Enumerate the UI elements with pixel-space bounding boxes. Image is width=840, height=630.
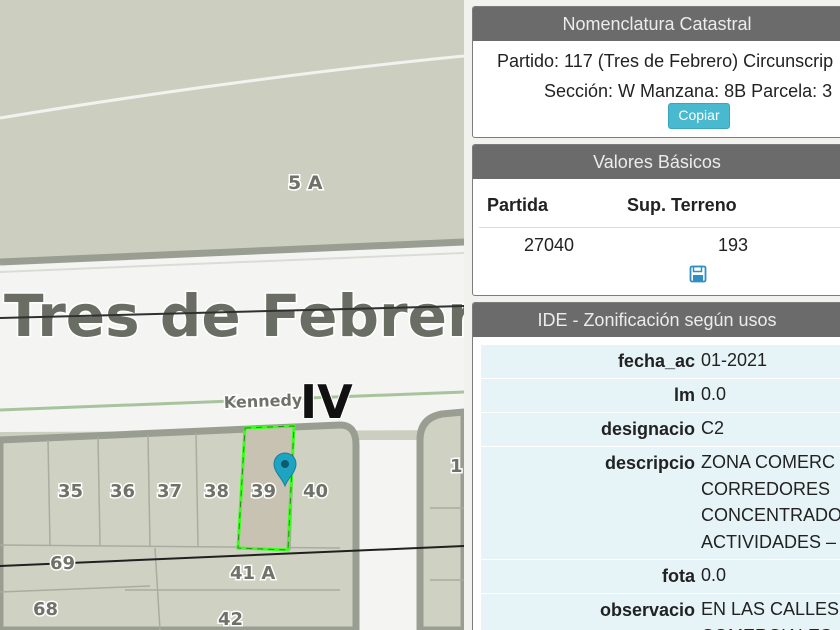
zonificacion-row-descripcio: descripcio ZONA COMERC CORREDORES CONCENTRA… [481,446,840,559]
zonificacion-value-line: CONCENTRADO [701,505,840,525]
info-panel: Nomenclatura Catastral Partido: 117 (Tre… [464,0,840,630]
zonificacion-value-line: 01-2021 [701,350,768,370]
parcel-label-36: 36 [110,481,135,502]
zonificacion-row-designacio: designacio C2 [481,412,840,446]
zonificacion-value: ZONA COMERC CORREDORES CONCENTRADO ACTIVIDA… [701,449,840,555]
parcel-label-38: 38 [204,481,229,502]
zonificacion-key: lm [673,385,695,405]
zonificacion-value-line: COMERCIALES [701,623,840,630]
col-header-sup-terreno: Sup. Terreno [627,195,737,215]
zonificacion-value: EN LAS CALLES COMERCIALES [701,596,840,630]
zonificacion-value-line: C2 [701,418,725,438]
table-divider [479,227,840,228]
zonificacion-value-line: ZONA COMERC [701,452,836,472]
parcel-label-37: 37 [157,481,182,502]
block-right [416,408,464,630]
zonificacion-key: fota [662,566,695,586]
zonificacion-key: descripcio [604,453,695,473]
zonificacion-value: 0.0 [701,381,840,408]
zonificacion-value-line: EN LAS CALLES [701,599,840,619]
valores-title: Valores Básicos [473,145,840,179]
floppy-disk-icon[interactable] [689,265,707,288]
cell-sup-terreno: 193 [718,235,749,255]
zonificacion-key: observacio [599,600,695,620]
zonificacion-row-lm: lm 0.0 [481,378,840,412]
zonificacion-title: IDE - Zonificación según usos [473,303,840,337]
map-canvas[interactable]: 5 A Tres de Febrer Kennedy IV 35 36 37 3… [0,0,464,630]
zonificacion-value-line: CORREDORES [701,478,831,499]
map-label-circunscripcion: IV [300,375,353,429]
zonificacion-value-line: ACTIVIDADES – C [701,531,840,552]
map-label-5a: 5 A [288,172,323,194]
parcel-label-41a: 41 A [230,563,275,584]
zonificacion-row-fecha-ac: fecha_ac 01-2021 [481,344,840,378]
parcel-label-35: 35 [58,481,83,502]
map-label-street: Kennedy [223,390,303,412]
zonificacion-value: 01-2021 [701,347,840,374]
nomenclatura-line-1: Partido: 117 (Tres de Febrero) Circunscr… [497,51,834,71]
copy-button[interactable]: Copiar [668,103,730,129]
nomenclatura-title: Nomenclatura Catastral [473,7,840,41]
zonificacion-value: 0.0 [701,562,840,589]
parcel-label-69: 69 [50,553,75,574]
parcel-label-40: 40 [303,481,328,502]
parcel-label-68: 68 [33,599,58,620]
cell-partida: 27040 [524,235,575,255]
zonificacion-key: fecha_ac [617,351,695,371]
parcel-label-1: 1 [450,456,463,477]
zonificacion-value-line: 0.0 [701,384,727,404]
col-header-partida: Partida [487,195,549,215]
zonificacion-row-fota: fota 0.0 [481,559,840,593]
valores-card: Valores Básicos Partida Sup. Terreno 270… [472,144,840,296]
zonificacion-key: designacio [600,419,695,439]
zonificacion-value: C2 [701,415,840,442]
parcel-label-42: 42 [218,609,243,630]
nomenclatura-card: Nomenclatura Catastral Partido: 117 (Tre… [472,6,840,138]
zonificacion-card: IDE - Zonificación según usos fecha_ac 01… [472,302,840,630]
parcel-label-39: 39 [251,481,276,502]
cadastral-map[interactable]: 5 A Tres de Febrer Kennedy IV 35 36 37 3… [0,0,464,630]
zonificacion-value-line: 0.0 [701,565,727,585]
nomenclatura-line-2: Sección: W Manzana: 8B Parcela: 3 [544,81,833,101]
zonificacion-row-observacio: observacio EN LAS CALLES COMERCIALES [481,593,840,630]
